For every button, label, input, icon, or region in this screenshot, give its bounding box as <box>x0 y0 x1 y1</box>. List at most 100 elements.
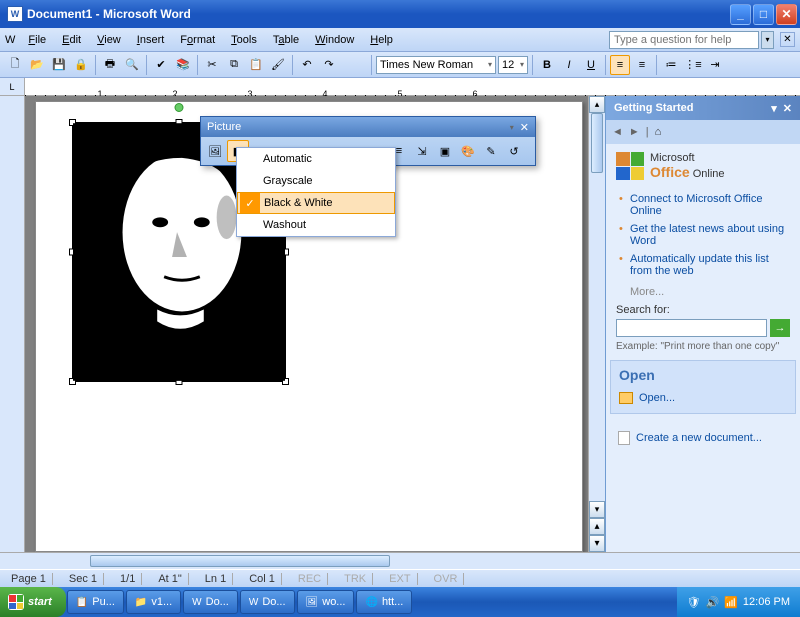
scroll-down-button[interactable]: ▾ <box>589 501 605 518</box>
horizontal-ruler[interactable]: L 1 2 3 4 5 6 <box>0 78 800 96</box>
document-icon <box>618 431 630 445</box>
status-ext[interactable]: EXT <box>383 573 417 585</box>
menu-tools[interactable]: Tools <box>224 32 264 48</box>
align-center-button[interactable]: ≡ <box>632 55 652 75</box>
tray-icon[interactable]: 🛡 <box>687 596 701 609</box>
copy-icon[interactable]: ⧉ <box>224 55 244 75</box>
taskpane-more-link[interactable]: More... <box>616 286 790 298</box>
taskpane-dropdown-icon[interactable]: ▾ <box>771 102 777 115</box>
taskbar-app-button[interactable]: 🌐 htt... <box>356 590 412 614</box>
taskpane-link-update[interactable]: Automatically update this list from the … <box>616 250 790 280</box>
bold-button[interactable]: B <box>537 55 557 75</box>
new-doc-icon[interactable]: 🗋 <box>5 55 25 75</box>
browse-next-button[interactable]: ▾ <box>589 535 605 552</box>
tray-clock[interactable]: 12:06 PM <box>743 596 790 608</box>
transparent-color-icon[interactable]: ✎ <box>480 140 502 162</box>
nav-home-icon[interactable]: ⌂ <box>655 126 662 138</box>
taskbar-app-button[interactable]: 📁 v1... <box>126 590 181 614</box>
taskbar-app-button[interactable]: W Do... <box>183 590 238 614</box>
scroll-thumb[interactable] <box>591 113 603 173</box>
help-dropdown[interactable]: ▾ <box>761 31 774 49</box>
maximize-button[interactable]: □ <box>753 4 774 25</box>
menu-window[interactable]: Window <box>308 32 361 48</box>
menu-view[interactable]: View <box>90 32 128 48</box>
text-wrap-icon[interactable]: ▣ <box>434 140 456 162</box>
open-icon[interactable]: 📂 <box>27 55 47 75</box>
vertical-scrollbar[interactable]: ▴ ▾ ▴ ▾ <box>588 96 605 552</box>
print-preview-icon[interactable]: 🔍 <box>122 55 142 75</box>
save-icon[interactable]: 💾 <box>49 55 69 75</box>
menu-edit[interactable]: Edit <box>55 32 88 48</box>
vertical-ruler[interactable] <box>0 96 25 552</box>
status-ovr[interactable]: OVR <box>428 573 465 585</box>
search-go-button[interactable]: → <box>770 319 790 337</box>
insert-picture-icon[interactable]: 🖼 <box>204 140 226 162</box>
browse-prev-button[interactable]: ▴ <box>589 518 605 535</box>
tab-selector[interactable]: L <box>0 78 25 95</box>
taskbar-app-button[interactable]: 🖼 wo... <box>297 590 355 614</box>
format-painter-icon[interactable]: 🖌 <box>268 55 288 75</box>
font-selector[interactable]: Times New Roman▾ <box>376 56 496 74</box>
taskbar-app-button[interactable]: W Do... <box>240 590 295 614</box>
numbered-list-button[interactable]: ≔ <box>661 55 681 75</box>
minimize-button[interactable]: _ <box>730 4 751 25</box>
taskpane-link-connect[interactable]: Connect to Microsoft Office Online <box>616 190 790 220</box>
new-document-link[interactable]: Create a new document... <box>618 428 788 448</box>
start-button[interactable]: start <box>0 587 66 617</box>
color-menu-washout[interactable]: Washout <box>237 214 395 236</box>
picture-toolbar-title[interactable]: Picture ▾ ✕ <box>201 117 535 137</box>
menu-file[interactable]: FFileile <box>21 32 53 48</box>
taskpane-link-news[interactable]: Get the latest news about using Word <box>616 220 790 250</box>
redo-icon[interactable]: ↷ <box>319 55 339 75</box>
font-size-selector[interactable]: 12▾ <box>498 56 528 74</box>
permissions-icon[interactable]: 🔒 <box>71 55 91 75</box>
bullet-list-button[interactable]: ⋮≡ <box>683 55 703 75</box>
menu-format[interactable]: Format <box>173 32 222 48</box>
status-rec[interactable]: REC <box>292 573 328 585</box>
doc-close-button[interactable]: ✕ <box>780 32 795 47</box>
italic-button[interactable]: I <box>559 55 579 75</box>
picture-toolbar-close[interactable]: ✕ <box>520 121 529 134</box>
color-menu-automatic[interactable]: Automatic <box>237 148 395 170</box>
cut-icon[interactable]: ✂ <box>202 55 222 75</box>
taskpane-search-input[interactable] <box>616 319 767 337</box>
status-col: Col 1 <box>243 573 282 585</box>
nav-back-icon[interactable]: ◄ <box>612 126 623 138</box>
indent-button[interactable]: ⇥ <box>705 55 725 75</box>
print-icon[interactable]: 🖶 <box>100 55 120 75</box>
page-area[interactable]: ▴ ▾ ▴ ▾ Picture ▾ ✕ 🖼 ◧ ◑ ◐ ☀ ☼ ✂ ⟲ ≡ <box>25 96 605 552</box>
rotate-handle[interactable] <box>175 103 184 112</box>
open-section-title: Open <box>619 367 787 383</box>
menu-table[interactable]: Table <box>266 32 306 48</box>
tray-icon[interactable]: 🔊 <box>706 596 720 609</box>
nav-forward-icon[interactable]: ► <box>629 126 640 138</box>
reset-picture-icon[interactable]: ↺ <box>503 140 525 162</box>
open-link[interactable]: Open... <box>619 389 787 407</box>
taskbar-app-button[interactable]: 📋 Pu... <box>67 590 124 614</box>
color-menu-black-white[interactable]: ✓Black & White <box>237 192 395 214</box>
compress-icon[interactable]: ⇲ <box>411 140 433 162</box>
system-tray[interactable]: 🛡 🔊 📶 12:06 PM <box>677 587 800 617</box>
spellcheck-icon[interactable]: ✔ <box>151 55 171 75</box>
undo-icon[interactable]: ↶ <box>297 55 317 75</box>
hscroll-thumb[interactable] <box>90 555 390 567</box>
status-line: Ln 1 <box>199 573 233 585</box>
underline-button[interactable]: U <box>581 55 601 75</box>
scroll-up-button[interactable]: ▴ <box>589 96 605 113</box>
align-left-button[interactable]: ≡ <box>610 55 630 75</box>
color-menu-grayscale[interactable]: Grayscale <box>237 170 395 192</box>
menu-insert[interactable]: Insert <box>130 32 172 48</box>
status-page: Page 1 <box>5 573 53 585</box>
taskpane-close-button[interactable]: ✕ <box>783 102 792 115</box>
format-picture-icon[interactable]: 🎨 <box>457 140 479 162</box>
close-button[interactable]: ✕ <box>776 4 797 25</box>
horizontal-scrollbar[interactable] <box>0 552 800 569</box>
paste-icon[interactable]: 📋 <box>246 55 266 75</box>
menu-help[interactable]: Help <box>363 32 400 48</box>
help-search-input[interactable] <box>609 31 759 49</box>
status-trk[interactable]: TRK <box>338 573 373 585</box>
status-bar: Page 1 Sec 1 1/1 At 1" Ln 1 Col 1 REC TR… <box>0 569 800 587</box>
toolbar-options-icon[interactable]: ▾ <box>510 123 514 132</box>
tray-icon[interactable]: 📶 <box>724 596 738 609</box>
research-icon[interactable]: 📚 <box>173 55 193 75</box>
